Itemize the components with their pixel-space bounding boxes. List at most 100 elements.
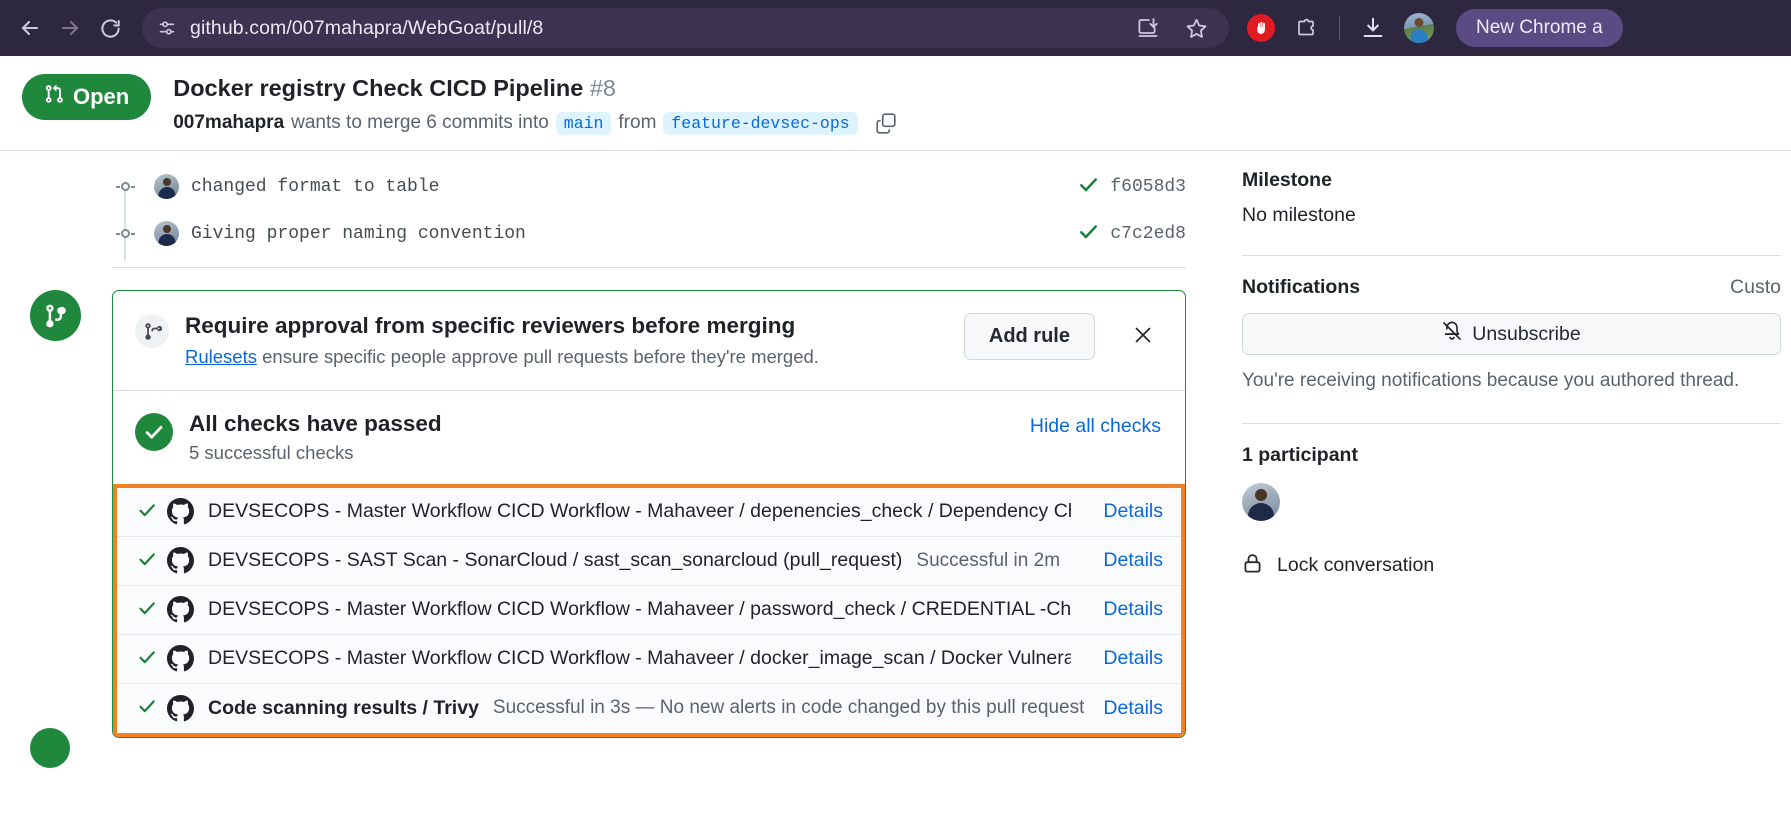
checks-summary: All checks have passed 5 successful chec… [113, 391, 1185, 484]
merge-box: Require approval from specific reviewers… [112, 290, 1186, 738]
browser-toolbar: github.com/007mahapra/WebGoat/pull/8 New… [0, 0, 1791, 56]
downloads-icon[interactable] [1358, 13, 1388, 43]
commit-status: f6058d3 [1078, 174, 1212, 200]
check-details-link[interactable]: Details [1085, 647, 1163, 670]
lock-conversation-action[interactable]: Lock conversation [1242, 553, 1781, 579]
milestone-value: No milestone [1242, 204, 1356, 227]
commit-sha[interactable]: c7c2ed8 [1110, 224, 1186, 244]
avatar [154, 174, 179, 200]
merge-status-icon [30, 290, 81, 342]
github-actions-icon [167, 645, 194, 672]
address-bar[interactable]: github.com/007mahapra/WebGoat/pull/8 [142, 8, 1229, 48]
check-row[interactable]: DEVSECOPS - SAST Scan - SonarCloud / sas… [113, 536, 1185, 586]
milestone-heading[interactable]: Milestone [1242, 169, 1781, 192]
lock-conversation-label: Lock conversation [1277, 554, 1435, 577]
new-chrome-button[interactable]: New Chrome a [1456, 9, 1623, 47]
check-details-link[interactable]: Details [1085, 500, 1163, 523]
checks-summary-title: All checks have passed [189, 410, 442, 436]
commit-row: Giving proper naming convention c7c2ed8 [0, 210, 1212, 257]
status-badge: Open [22, 74, 152, 120]
notifications-note: You're receiving notifications because y… [1242, 370, 1740, 392]
head-branch-chip[interactable]: feature-devsec-ops [663, 111, 858, 135]
url-text: github.com/007mahapra/WebGoat/pull/8 [190, 16, 544, 39]
check-name: DEVSECOPS - SAST Scan - SonarCloud / sas… [208, 549, 903, 572]
check-details-link[interactable]: Details [1085, 598, 1163, 621]
status-badge-label: Open [73, 84, 130, 109]
browser-actions: New Chrome a [1247, 9, 1623, 47]
check-details-link[interactable]: Details [1085, 549, 1163, 572]
check-row[interactable]: DEVSECOPS - Master Workflow CICD Workflo… [113, 634, 1185, 684]
commit-message[interactable]: Giving proper naming convention [191, 224, 526, 244]
check-details-link[interactable]: Details [1085, 697, 1163, 720]
ruleset-texts: Require approval from specific reviewers… [185, 311, 948, 367]
github-actions-icon [167, 596, 194, 623]
notifications-customize-label[interactable]: Custo [1730, 276, 1781, 299]
forward-button[interactable] [50, 8, 90, 48]
reload-icon [99, 17, 122, 40]
back-arrow-icon [18, 16, 42, 40]
avatar[interactable] [1242, 482, 1280, 521]
branch-rule-icon [135, 314, 169, 349]
check-meta: Successful in 2m [916, 549, 1061, 571]
merge-text-mid: from [618, 112, 657, 134]
rulesets-link[interactable]: Rulesets [185, 346, 257, 367]
toolbar-divider [1339, 16, 1340, 40]
avatar [154, 221, 179, 247]
participants-heading: 1 participant [1242, 443, 1358, 466]
reload-button[interactable] [90, 8, 130, 48]
back-button[interactable] [10, 8, 50, 48]
merge-section: Require approval from specific reviewers… [0, 290, 1212, 768]
extensions-puzzle-icon[interactable] [1291, 13, 1321, 43]
check-name: Code scanning results / Trivy [208, 696, 479, 719]
github-actions-icon [167, 547, 194, 574]
bell-slash-icon [1442, 321, 1462, 347]
main-column: changed format to table f6058d3 Giving p… [0, 151, 1212, 768]
checks-summary-subtitle: 5 successful checks [189, 441, 354, 463]
commit-timeline: changed format to table f6058d3 Giving p… [0, 151, 1212, 269]
checks-summary-texts: All checks have passed 5 successful chec… [189, 411, 442, 464]
stop-hand-extension-icon[interactable] [1247, 14, 1275, 42]
close-icon[interactable] [1123, 315, 1163, 355]
add-rule-button[interactable]: Add rule [963, 313, 1095, 361]
check-name: DEVSECOPS - Master Workflow CICD Workflo… [208, 598, 1072, 621]
copy-branch-icon[interactable] [873, 110, 899, 136]
checks-list: DEVSECOPS - Master Workflow CICD Workflo… [113, 483, 1185, 737]
notifications-heading: Notifications [1242, 276, 1361, 299]
milestone-section: Milestone No milestone [1242, 169, 1781, 233]
check-success-icon [1078, 174, 1099, 200]
commit-status: c7c2ed8 [1078, 221, 1212, 247]
commit-sha[interactable]: f6058d3 [1110, 177, 1186, 197]
bookmark-star-icon[interactable] [1181, 13, 1211, 43]
notifications-section: Notifications Custo Unsubscribe You're r… [1242, 276, 1781, 401]
sidebar: Milestone No milestone Notifications Cus… [1212, 151, 1791, 579]
merge-footer-icon [30, 727, 70, 768]
commit-message[interactable]: changed format to table [191, 177, 439, 197]
check-meta: Successful in 3s — No new alerts in code… [492, 697, 1085, 719]
lock-icon [1242, 553, 1263, 579]
hide-all-checks-link[interactable]: Hide all checks [1030, 415, 1161, 438]
page-title: Docker registry Check CICD Pipeline #8 [173, 74, 898, 103]
pr-number: #8 [589, 75, 616, 101]
install-app-icon[interactable] [1133, 13, 1163, 43]
check-success-icon [137, 647, 159, 671]
ruleset-title: Require approval from specific reviewers… [185, 313, 796, 339]
sidebar-divider [1242, 422, 1781, 424]
ruleset-description-rest: ensure specific people approve pull requ… [256, 345, 819, 367]
check-row[interactable]: DEVSECOPS - Master Workflow CICD Workflo… [113, 487, 1185, 537]
check-row[interactable]: DEVSECOPS - Master Workflow CICD Workflo… [113, 585, 1185, 635]
base-branch-chip[interactable]: main [555, 111, 612, 135]
unsubscribe-button[interactable]: Unsubscribe [1242, 313, 1781, 356]
commit-node-icon [116, 178, 134, 196]
pr-author[interactable]: 007mahapra [173, 112, 284, 134]
profile-avatar-icon[interactable] [1404, 13, 1434, 43]
check-row[interactable]: Code scanning results / Trivy Successful… [113, 683, 1185, 733]
site-settings-icon[interactable] [156, 17, 178, 39]
pr-title-text: Docker registry Check CICD Pipeline [173, 75, 584, 101]
check-success-icon [137, 500, 159, 524]
commit-row: changed format to table f6058d3 [0, 163, 1212, 210]
pr-title-block: Docker registry Check CICD Pipeline #8 0… [173, 72, 898, 136]
merge-text-before: wants to merge 6 commits into [291, 112, 549, 134]
pr-merge-summary: 007mahapra wants to merge 6 commits into… [173, 110, 898, 136]
github-actions-icon [167, 694, 194, 722]
content-row: changed format to table f6058d3 Giving p… [0, 151, 1791, 768]
